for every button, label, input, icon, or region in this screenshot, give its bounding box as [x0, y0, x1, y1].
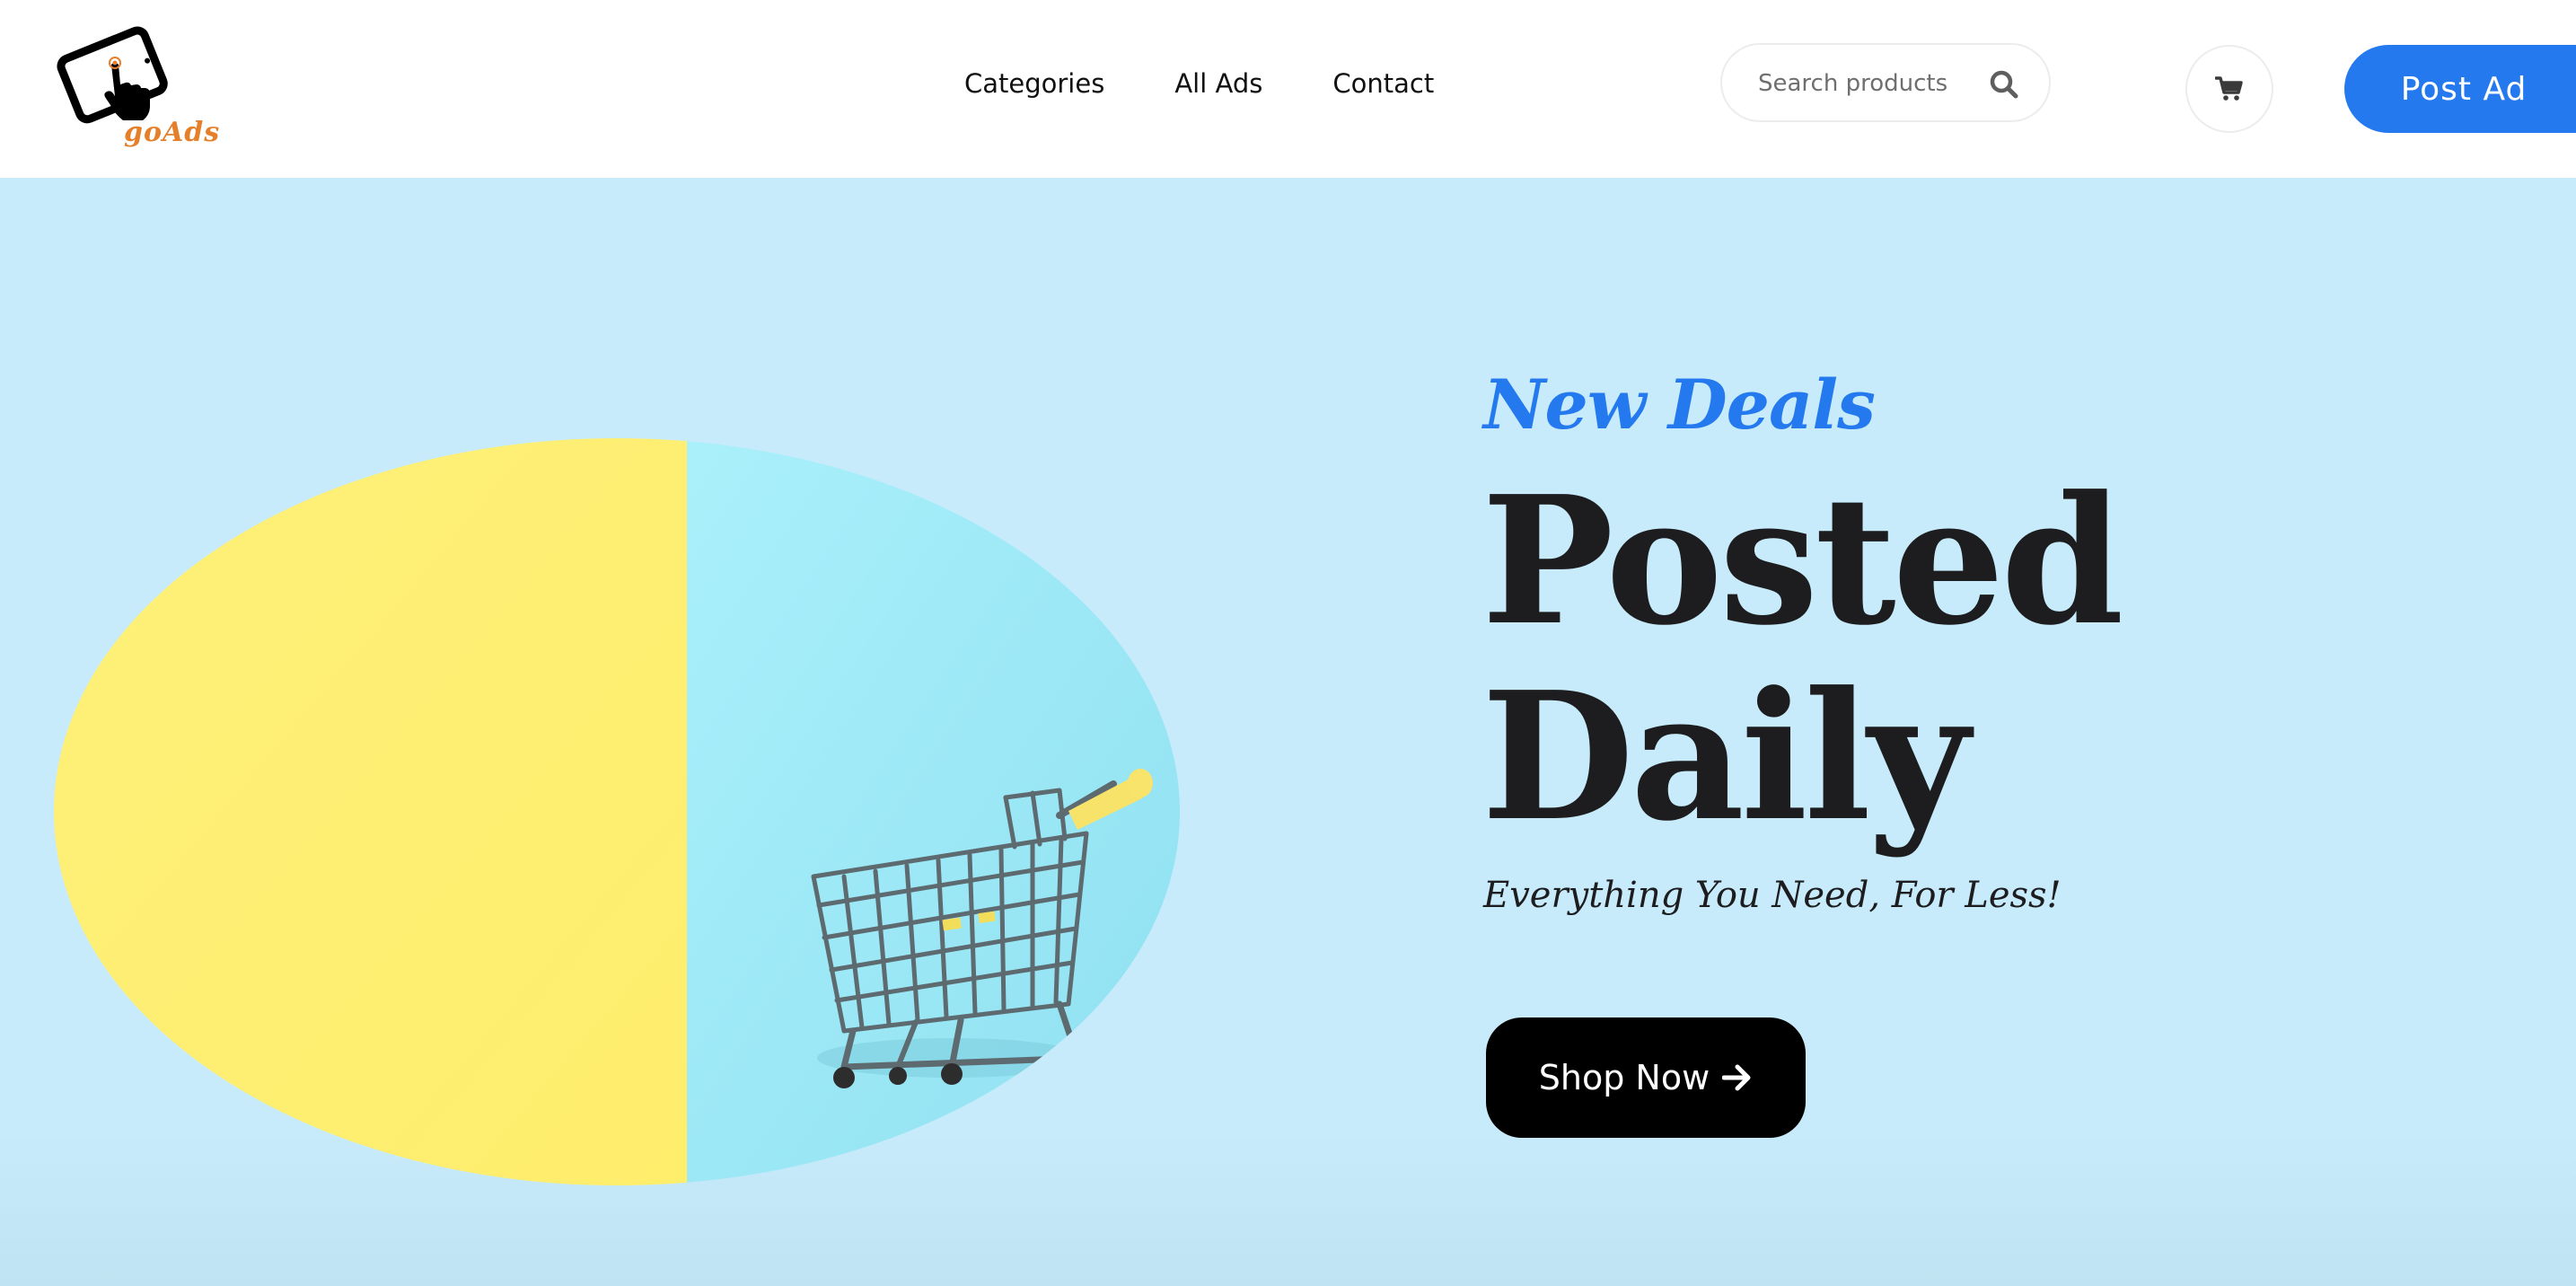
shopping-cart-image	[54, 438, 1180, 1185]
tablet-touch-icon	[57, 26, 168, 124]
search-input[interactable]	[1756, 61, 1981, 106]
logo-text: goAds	[124, 117, 221, 148]
hero-eyebrow: New Deals	[1483, 365, 1876, 445]
logo[interactable]: goAds	[56, 23, 221, 158]
nav-item-all-ads[interactable]: All Ads	[1174, 68, 1262, 99]
hero-headline: Posted Daily	[1481, 458, 2123, 860]
cart-icon	[2215, 76, 2243, 101]
search-box	[1720, 43, 2051, 122]
cart-button[interactable]	[2185, 45, 2273, 133]
hero-headline-line2: Daily	[1481, 654, 1970, 860]
search-icon[interactable]	[1988, 68, 2020, 101]
post-ad-button[interactable]: Post Ad	[2344, 45, 2576, 133]
hero-headline-line1: Posted	[1481, 458, 2123, 665]
main-nav: Categories All Ads Contact	[964, 68, 1434, 99]
nav-item-contact[interactable]: Contact	[1332, 68, 1434, 99]
hero-banner: New Deals Posted Daily Everything You Ne…	[0, 178, 2576, 1286]
hero-tagline: Everything You Need, For Less!	[1483, 875, 2062, 916]
site-header: goAds Categories All Ads Contact Post Ad	[0, 0, 2576, 178]
arrow-right-icon	[1722, 1064, 1753, 1091]
nav-item-categories[interactable]: Categories	[964, 68, 1104, 99]
shop-now-label: Shop Now	[1538, 1058, 1710, 1097]
shop-now-button[interactable]: Shop Now	[1486, 1017, 1806, 1138]
